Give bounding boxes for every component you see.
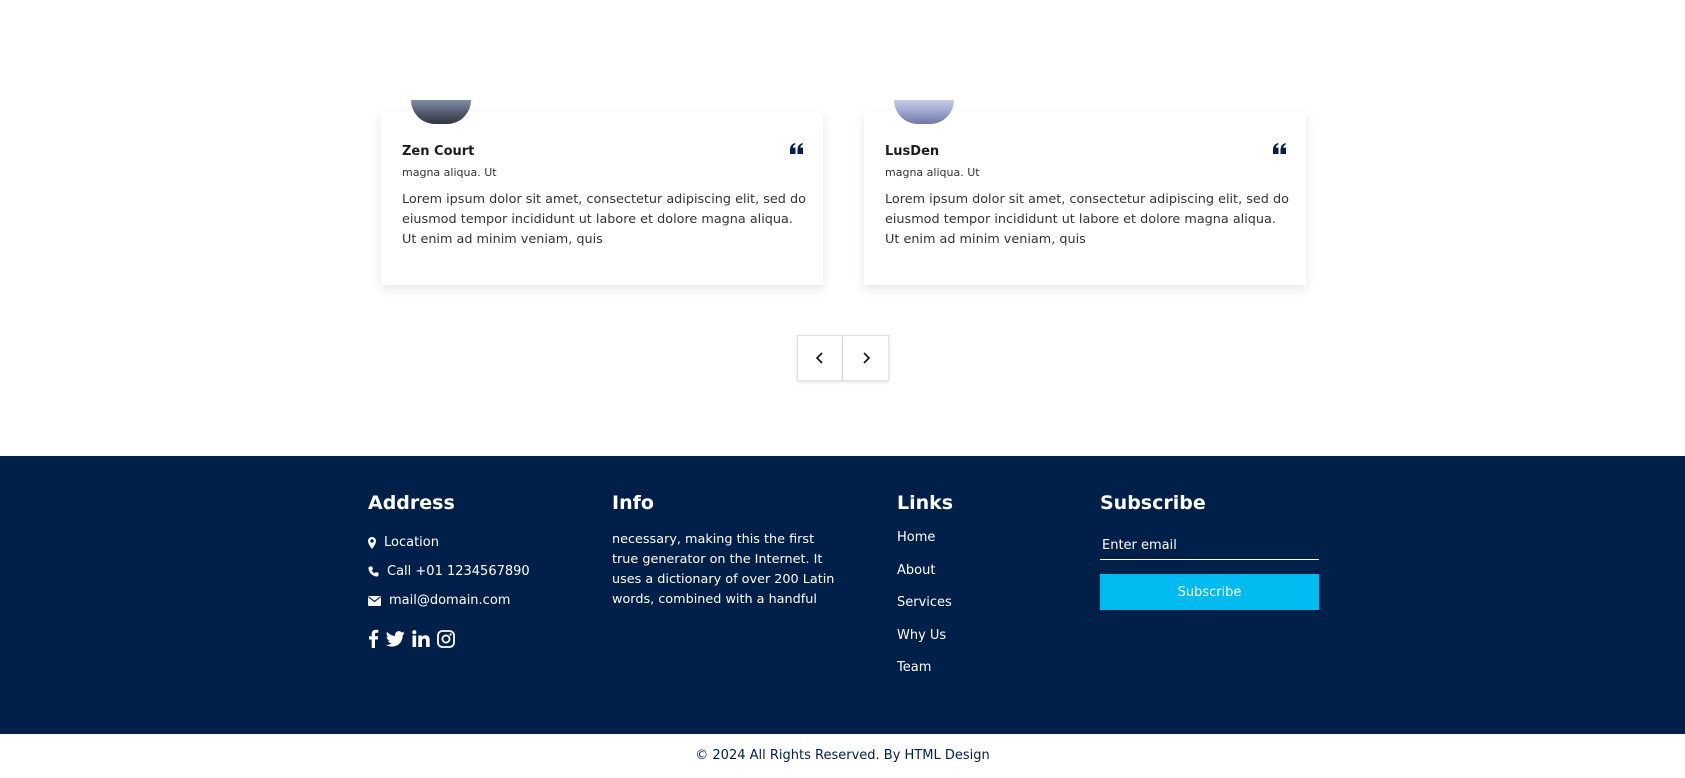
links-column: Links Home About Services Why Us Team	[897, 492, 1057, 693]
testimonial-card: Zen Court magna aliqua. Ut Lorem ipsum d…	[381, 100, 823, 285]
subscribe-heading: Subscribe	[1100, 492, 1206, 514]
next-button[interactable]	[843, 335, 889, 381]
testimonial-name: LusDen	[885, 144, 940, 159]
footer-links: Home About Services Why Us Team	[897, 530, 1057, 693]
subscribe-column: Subscribe Subscribe	[1100, 492, 1319, 610]
footer: Address Location Call +01 1234567890 mai…	[0, 456, 1685, 734]
phone-text: Call +01 1234567890	[387, 564, 530, 579]
info-text: necessary, making this the first true ge…	[612, 532, 835, 607]
avatar	[411, 100, 471, 124]
footer-link-why-us[interactable]: Why Us	[897, 628, 946, 643]
footer-link-item: About	[897, 563, 1057, 596]
previous-button[interactable]	[797, 335, 843, 381]
email-link[interactable]: mail@domain.com	[368, 592, 588, 609]
instagram-icon[interactable]	[437, 629, 455, 648]
footer-link-item: Why Us	[897, 628, 1057, 661]
email-text: mail@domain.com	[389, 593, 511, 608]
links-heading: Links	[897, 492, 954, 514]
footer-link-home[interactable]: Home	[897, 530, 935, 545]
address-heading: Address	[368, 492, 455, 514]
subscribe-button[interactable]: Subscribe	[1100, 574, 1319, 610]
social-links	[368, 629, 588, 648]
testimonial-subtitle: magna aliqua. Ut	[402, 166, 497, 179]
info-column: Info necessary, making this the first tr…	[612, 492, 837, 610]
testimonial-section: Zen Court magna aliqua. Ut Lorem ipsum d…	[0, 0, 1685, 456]
facebook-icon[interactable]	[368, 629, 379, 648]
info-heading: Info	[612, 492, 654, 514]
footer-link-team[interactable]: Team	[897, 660, 931, 675]
testimonial-card: LusDen magna aliqua. Ut Lorem ipsum dolo…	[864, 100, 1306, 285]
quote-icon	[1273, 143, 1286, 154]
location-text: Location	[384, 535, 439, 550]
envelope-icon	[368, 595, 381, 606]
address-column: Address Location Call +01 1234567890 mai…	[368, 492, 588, 648]
footer-link-about[interactable]: About	[897, 563, 935, 578]
quote-icon	[790, 143, 803, 154]
testimonial-subtitle: magna aliqua. Ut	[885, 166, 980, 179]
linkedin-icon[interactable]	[412, 630, 430, 647]
testimonial-text: Lorem ipsum dolor sit amet, consectetur …	[402, 192, 806, 247]
footer-link-item: Home	[897, 530, 1057, 563]
copyright-bar: © 2024 All Rights Reserved. By HTML Desi…	[0, 734, 1685, 778]
testimonial-text: Lorem ipsum dolor sit amet, consectetur …	[885, 192, 1289, 247]
phone-link[interactable]: Call +01 1234567890	[368, 563, 588, 580]
email-input[interactable]	[1100, 532, 1319, 560]
footer-link-item: Team	[897, 660, 1057, 693]
footer-link-services[interactable]: Services	[897, 595, 952, 610]
location-link[interactable]: Location	[368, 534, 588, 551]
chevron-right-icon	[862, 352, 870, 364]
testimonial-name: Zen Court	[402, 144, 475, 159]
twitter-icon[interactable]	[386, 630, 405, 647]
chevron-left-icon	[815, 352, 823, 364]
avatar	[894, 100, 954, 124]
carousel-controls	[797, 335, 889, 381]
phone-icon	[368, 566, 379, 577]
footer-link-item: Services	[897, 595, 1057, 628]
map-marker-icon	[368, 536, 376, 549]
copyright-text: © 2024 All Rights Reserved. By HTML Desi…	[695, 748, 990, 763]
